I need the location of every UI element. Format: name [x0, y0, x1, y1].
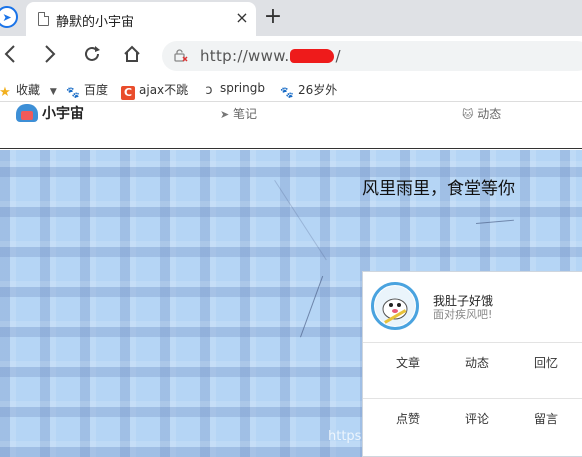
url-text: http://www. / — [200, 47, 341, 65]
baidu-paw-icon: 🐾 — [66, 86, 80, 99]
bookmark-label: 26岁外 — [298, 83, 338, 97]
reload-icon[interactable] — [80, 44, 104, 68]
redacted-domain — [290, 49, 335, 63]
back-icon[interactable] — [0, 44, 22, 68]
avatar[interactable] — [371, 282, 419, 330]
cat-icon: 🐱 — [462, 108, 474, 121]
link-articles[interactable]: 文章 — [396, 354, 420, 371]
hero-slogan: 风里雨里，食堂等你 — [362, 179, 515, 199]
main-content: 风里雨里，食堂等你 我肚子好饿 面对疾风吧! 文章 动态 回忆 点赞 评论 留言 — [0, 150, 582, 457]
site-header: 小宇宙 ➤ 笔记 🐱 动态 — [0, 102, 582, 149]
address-bar[interactable]: http://www. / — [162, 41, 582, 71]
bookmark-label: 百度 — [84, 83, 109, 97]
dropdown-arrow-icon[interactable]: ▼ — [50, 87, 57, 97]
tab-title: 静默的小宇宙 — [56, 15, 135, 30]
navigation-compass-icon[interactable]: ➤ — [0, 6, 18, 28]
bookmark-label: ajax不跳 — [139, 83, 189, 97]
profile-subtitle: 面对疾风吧! — [433, 308, 493, 321]
background-particle-line — [274, 180, 327, 261]
spring-icon: ↄ — [205, 83, 213, 98]
browser-tab[interactable]: 静默的小宇宙 × — [26, 2, 256, 36]
url-prefix: http://www. — [200, 47, 290, 65]
home-icon[interactable] — [120, 44, 144, 68]
logo-mascot-icon — [16, 104, 38, 122]
paper-plane-icon: ➤ — [220, 108, 230, 121]
new-tab-icon[interactable]: + — [262, 6, 284, 28]
link-news[interactable]: 动态 — [465, 354, 489, 371]
nav-link-label: 动态 — [477, 107, 502, 121]
star-icon: ★ — [0, 85, 11, 100]
link-comments[interactable]: 评论 — [465, 410, 489, 427]
close-tab-icon[interactable]: × — [232, 8, 252, 28]
not-secure-icon[interactable] — [174, 49, 188, 63]
tab-bar: ➤ 静默的小宇宙 × + — [0, 0, 582, 36]
link-messages[interactable]: 留言 — [534, 410, 558, 427]
bookmark-spring[interactable]: ↄ springb — [202, 81, 265, 98]
url-suffix: / — [335, 47, 341, 65]
divider — [363, 398, 582, 399]
bookmark-ajax[interactable]: Cajax不跳 — [121, 81, 188, 100]
bookmark-favorites[interactable]: ★ 收藏 ▼ — [0, 81, 57, 100]
bookmark-label: springb — [220, 81, 265, 95]
link-likes[interactable]: 点赞 — [396, 410, 420, 427]
nav-link-notes[interactable]: ➤ 笔记 — [220, 105, 257, 122]
nav-link-news[interactable]: 🐱 动态 — [462, 105, 501, 122]
page-icon — [38, 12, 49, 26]
navigation-bar: http://www. / — [0, 36, 582, 76]
bookmarks-bar: ★ 收藏 ▼ 🐾 百度 Cajax不跳 ↄ springb 🐾 26岁外 — [0, 76, 582, 102]
cartoon-avatar-icon — [375, 286, 415, 326]
forward-icon[interactable] — [38, 44, 62, 68]
bookmark-26[interactable]: 🐾 26岁外 — [280, 81, 337, 100]
background-particle-line — [300, 275, 324, 338]
link-memories[interactable]: 回忆 — [534, 354, 558, 371]
watermark: https://blog.csdn.net/qq_36780295 — [328, 429, 557, 444]
background-particle-line — [476, 219, 514, 224]
logo-text: 小宇宙 — [42, 106, 84, 122]
bookmark-label: 收藏 — [16, 83, 41, 97]
nav-link-label: 笔记 — [233, 107, 258, 121]
csdn-c-icon: C — [121, 86, 135, 100]
divider — [363, 342, 582, 343]
bookmark-baidu[interactable]: 🐾 百度 — [66, 81, 108, 100]
baidu-paw-icon: 🐾 — [280, 86, 294, 99]
site-logo[interactable]: 小宇宙 — [16, 102, 84, 124]
